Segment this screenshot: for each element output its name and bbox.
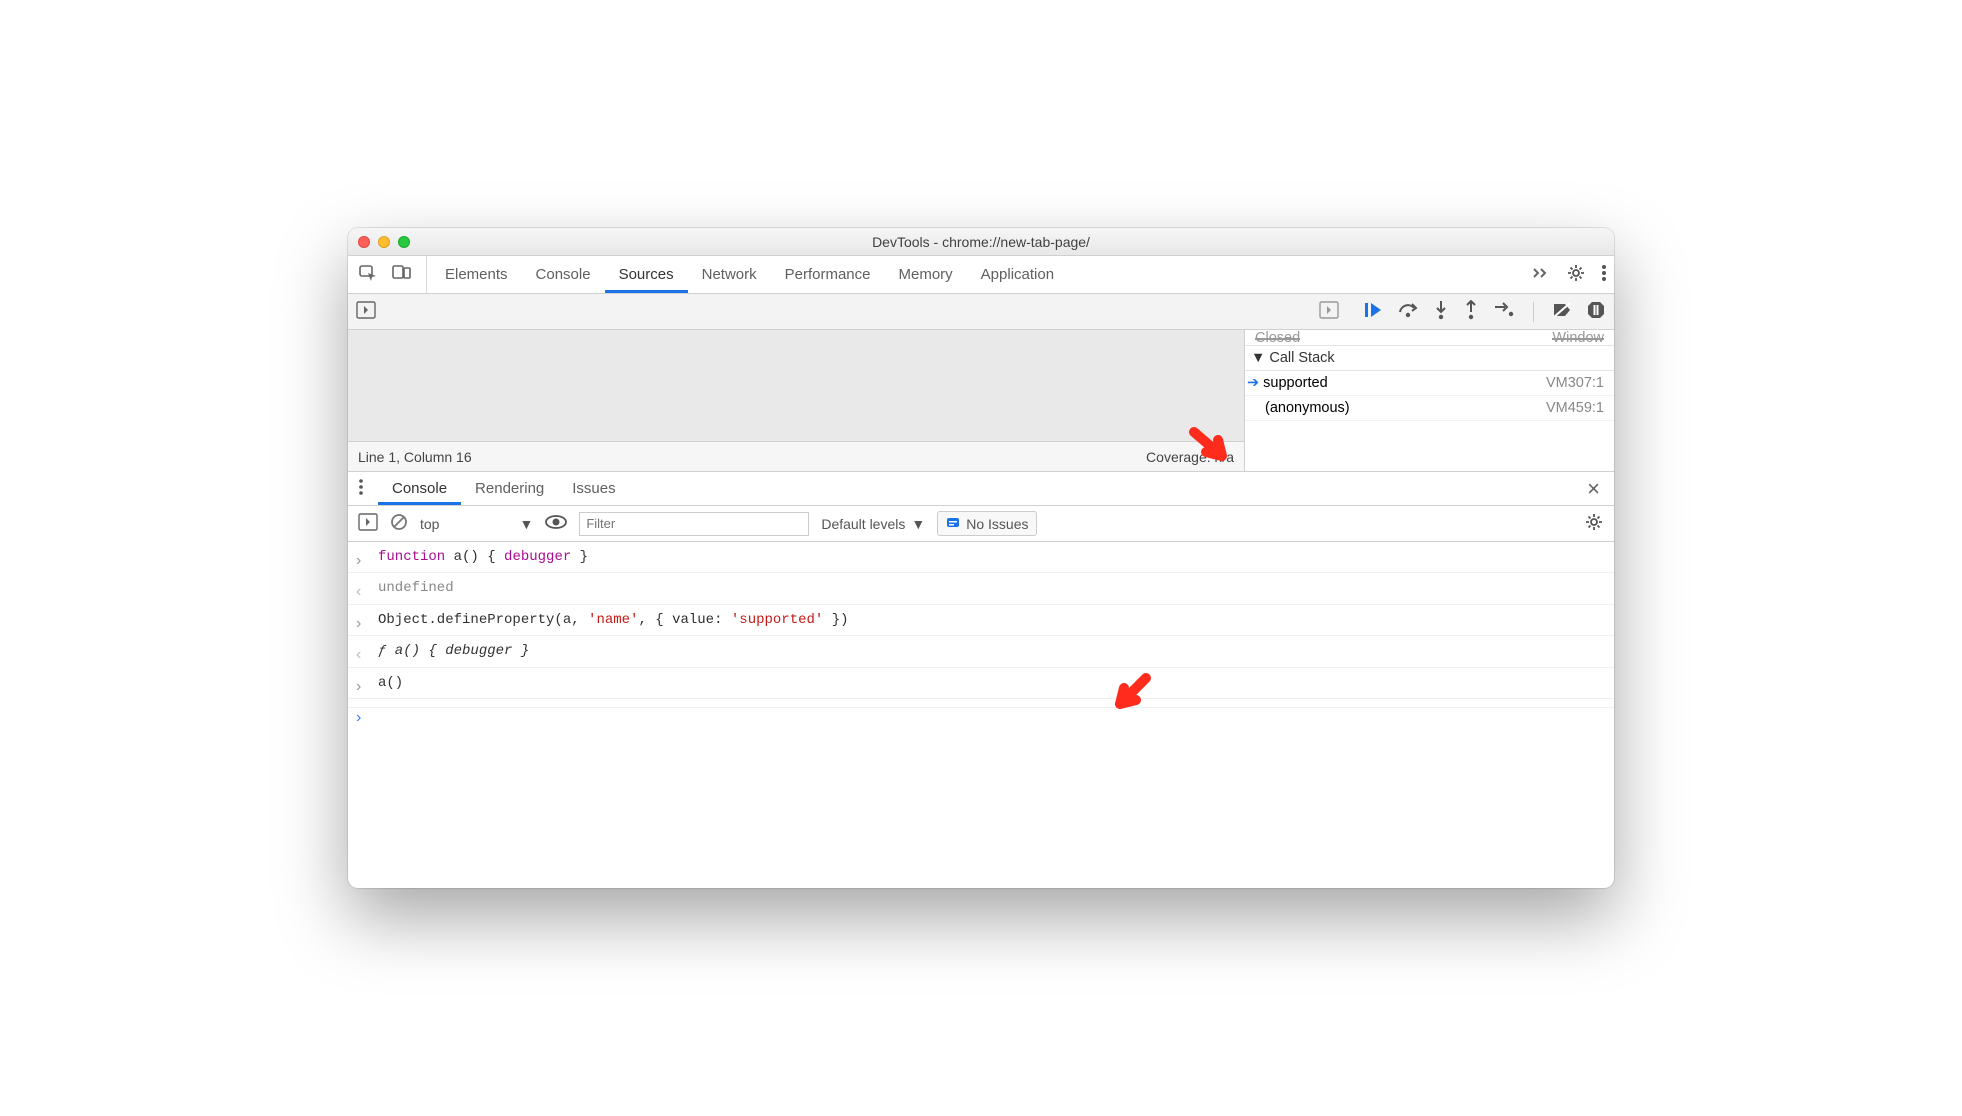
call-stack-title: Call Stack bbox=[1269, 350, 1334, 366]
tab-application[interactable]: Application bbox=[967, 256, 1068, 293]
console-filter-input[interactable] bbox=[579, 512, 809, 536]
console-toolbar: top ▼ Default levels ▼ No Issues bbox=[348, 506, 1614, 542]
code-segment: 'supported' bbox=[731, 612, 823, 628]
stack-frame-location: VM459:1 bbox=[1546, 400, 1604, 416]
tab-network[interactable]: Network bbox=[688, 256, 771, 293]
code-segment: debugger bbox=[504, 549, 571, 565]
window-title: DevTools - chrome://new-tab-page/ bbox=[348, 234, 1614, 250]
triangle-down-icon: ▼ bbox=[1251, 350, 1265, 366]
resume-icon[interactable] bbox=[1363, 301, 1383, 322]
sources-toolbar bbox=[348, 294, 1614, 330]
prompt-chevron-icon bbox=[356, 705, 361, 731]
console-line: a() bbox=[348, 668, 1614, 699]
deactivate-breakpoints-icon[interactable] bbox=[1552, 301, 1572, 322]
debugger-pane: Closed Window ▼ Call Stack ➔supported VM3… bbox=[1244, 330, 1614, 471]
stack-frame-name: (anonymous) bbox=[1265, 400, 1350, 416]
output-chevron-icon bbox=[356, 579, 361, 605]
input-chevron-icon bbox=[356, 548, 361, 574]
more-tabs-chevrons-icon[interactable] bbox=[1532, 266, 1552, 284]
show-sidebar-icon[interactable] bbox=[358, 513, 378, 534]
kebab-menu-icon[interactable] bbox=[1600, 263, 1608, 287]
context-value: top bbox=[420, 516, 439, 532]
code-segment: undefined bbox=[378, 580, 454, 596]
pause-on-exceptions-icon[interactable] bbox=[1586, 300, 1606, 323]
input-chevron-icon bbox=[356, 674, 361, 700]
truncated-scope-right: Window bbox=[1552, 330, 1604, 345]
console-line: function a() { debugger } bbox=[348, 542, 1614, 573]
code-segment: } bbox=[571, 549, 588, 565]
console-line: undefined bbox=[348, 573, 1614, 604]
stack-frame-location: VM307:1 bbox=[1546, 375, 1604, 391]
levels-value: Default levels bbox=[821, 516, 905, 532]
drawer-tab-issues[interactable]: Issues bbox=[558, 472, 629, 505]
drawer-tab-rendering[interactable]: Rendering bbox=[461, 472, 558, 505]
input-chevron-icon bbox=[356, 611, 361, 637]
show-debugger-icon[interactable] bbox=[1319, 301, 1339, 322]
truncated-scope: Closed bbox=[1255, 330, 1300, 345]
titlebar: DevTools - chrome://new-tab-page/ bbox=[348, 228, 1614, 256]
main-tabs-row: ElementsConsoleSourcesNetworkPerformance… bbox=[348, 256, 1614, 294]
stack-frame[interactable]: ➔supported VM307:1 bbox=[1245, 371, 1614, 396]
levels-selector[interactable]: Default levels ▼ bbox=[821, 516, 925, 532]
tab-performance[interactable]: Performance bbox=[771, 256, 885, 293]
issues-chip[interactable]: No Issues bbox=[937, 511, 1037, 536]
drawer-close-icon[interactable]: × bbox=[1583, 476, 1604, 502]
code-segment: }) bbox=[823, 612, 848, 628]
step-into-icon[interactable] bbox=[1433, 300, 1449, 323]
coverage-label: Coverage: n/a bbox=[1146, 449, 1234, 465]
sources-body: Line 1, Column 16 Coverage: n/a Closed W… bbox=[348, 330, 1614, 472]
context-selector[interactable]: top ▼ bbox=[420, 516, 533, 532]
code-segment: 'name' bbox=[588, 612, 638, 628]
settings-gear-icon[interactable] bbox=[1566, 263, 1586, 287]
close-dot-icon[interactable] bbox=[358, 236, 370, 248]
output-chevron-icon bbox=[356, 642, 361, 668]
chevron-down-icon: ▼ bbox=[911, 516, 925, 532]
current-frame-arrow-icon: ➔ bbox=[1247, 375, 1259, 391]
code-segment: a() bbox=[378, 675, 403, 691]
traffic-lights[interactable] bbox=[358, 236, 410, 248]
console-line: Object.defineProperty(a, 'name', { value… bbox=[348, 605, 1614, 636]
code-segment: a() { bbox=[454, 549, 504, 565]
stack-frame-name: supported bbox=[1263, 375, 1328, 391]
clear-console-icon[interactable] bbox=[390, 513, 408, 534]
source-editor[interactable] bbox=[348, 330, 1244, 441]
cursor-position: Line 1, Column 16 bbox=[358, 449, 472, 465]
stack-frame[interactable]: (anonymous) VM459:1 bbox=[1245, 396, 1614, 421]
step-over-icon[interactable] bbox=[1397, 301, 1419, 322]
step-icon[interactable] bbox=[1493, 301, 1515, 322]
minimize-dot-icon[interactable] bbox=[378, 236, 390, 248]
drawer-tabs-row: ConsoleRenderingIssues × bbox=[348, 472, 1614, 506]
code-segment: , { value: bbox=[638, 612, 730, 628]
kebab-menu-icon[interactable] bbox=[358, 478, 372, 500]
drawer-tab-console[interactable]: Console bbox=[378, 472, 461, 505]
step-out-icon[interactable] bbox=[1463, 300, 1479, 323]
code-segment: Object.defineProperty(a, bbox=[378, 612, 588, 628]
devtools-window: DevTools - chrome://new-tab-page/ Elemen… bbox=[348, 228, 1614, 888]
zoom-dot-icon[interactable] bbox=[398, 236, 410, 248]
show-navigator-icon[interactable] bbox=[356, 301, 376, 322]
code-segment: ƒ a() { debugger } bbox=[378, 643, 529, 659]
issues-icon bbox=[946, 515, 960, 532]
call-stack-header[interactable]: ▼ Call Stack bbox=[1245, 346, 1614, 371]
console-prompt[interactable] bbox=[348, 699, 1614, 708]
tab-elements[interactable]: Elements bbox=[431, 256, 522, 293]
inspect-icon[interactable] bbox=[358, 263, 378, 287]
tab-memory[interactable]: Memory bbox=[885, 256, 967, 293]
console-line: ƒ a() { debugger } bbox=[348, 636, 1614, 667]
live-expression-icon[interactable] bbox=[545, 514, 567, 533]
tab-sources[interactable]: Sources bbox=[605, 256, 688, 293]
issues-chip-label: No Issues bbox=[966, 516, 1028, 532]
tab-console[interactable]: Console bbox=[522, 256, 605, 293]
chevron-down-icon: ▼ bbox=[519, 516, 533, 532]
device-icon[interactable] bbox=[392, 263, 412, 287]
console-output[interactable]: function a() { debugger } undefined Object… bbox=[348, 542, 1614, 888]
code-segment: function bbox=[378, 549, 454, 565]
console-settings-gear-icon[interactable] bbox=[1584, 512, 1604, 535]
